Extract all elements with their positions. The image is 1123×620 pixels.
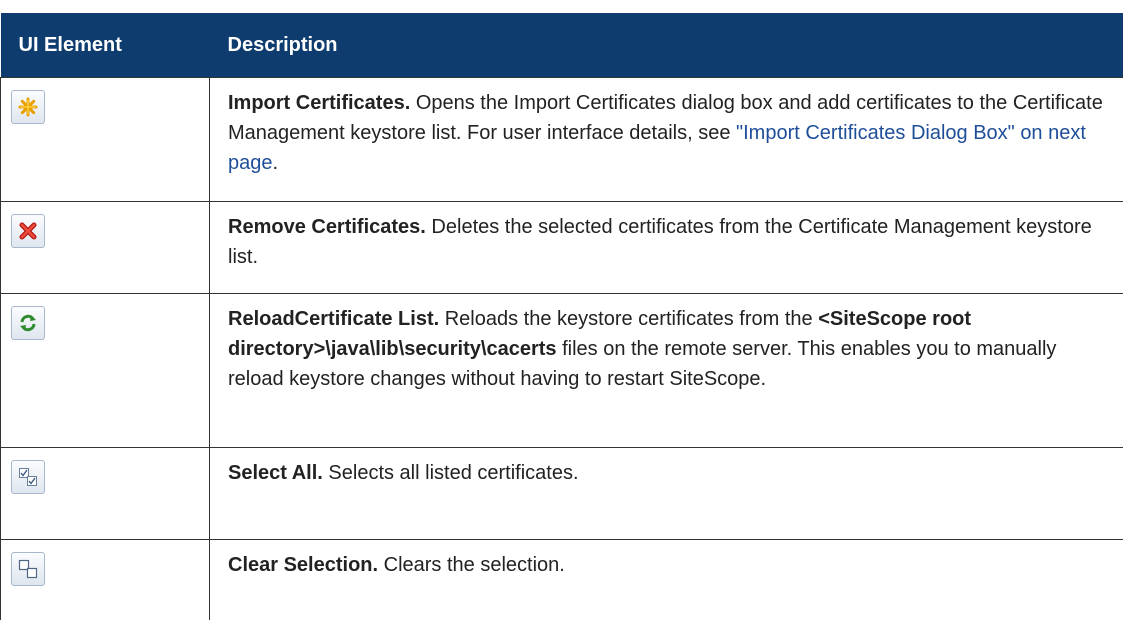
table-row: Import Certificates. Opens the Import Ce… <box>1 78 1123 202</box>
description-cell: Import Certificates. Opens the Import Ce… <box>210 78 1123 202</box>
element-name: Clear Selection. <box>228 554 378 576</box>
table-row: Select All. Selects all listed certifica… <box>1 448 1123 540</box>
table-row: Clear Selection. Clears the selection. <box>1 540 1123 620</box>
import-certificates-button[interactable] <box>11 90 45 124</box>
ui-element-cell <box>1 540 210 620</box>
refresh-icon <box>18 313 38 333</box>
table-row: ReloadCertificate List. Reloads the keys… <box>1 294 1123 448</box>
sentence-end: . <box>273 152 279 174</box>
clear-selection-button[interactable] <box>11 552 45 586</box>
table-header-row: UI Element Description <box>1 13 1123 78</box>
description-cell: Clear Selection. Clears the selection. <box>210 540 1123 620</box>
delete-x-icon <box>18 221 38 241</box>
element-description: Selects all listed certificates. <box>323 462 579 484</box>
element-description: Reloads the keystore certificates from t… <box>439 308 818 330</box>
element-description: Clears the selection. <box>378 554 565 576</box>
ui-element-cell <box>1 448 210 540</box>
description-cell: Select All. Selects all listed certifica… <box>210 448 1123 540</box>
element-name: ReloadCertificate List. <box>228 308 439 330</box>
table-row: Remove Certificates. Deletes the selecte… <box>1 202 1123 294</box>
remove-certificates-button[interactable] <box>11 214 45 248</box>
description-cell: ReloadCertificate List. Reloads the keys… <box>210 294 1123 448</box>
ui-element-cell <box>1 78 210 202</box>
element-name: Remove Certificates. <box>228 216 426 238</box>
select-all-icon <box>18 467 38 487</box>
element-name: Select All. <box>228 462 323 484</box>
clear-selection-icon <box>18 559 38 579</box>
header-description: Description <box>210 13 1123 78</box>
reload-certificate-list-button[interactable] <box>11 306 45 340</box>
ui-element-cell <box>1 294 210 448</box>
ui-elements-table: UI Element Description <box>0 13 1123 620</box>
header-ui-element: UI Element <box>1 13 210 78</box>
element-name: Import Certificates. <box>228 92 410 114</box>
description-cell: Remove Certificates. Deletes the selecte… <box>210 202 1123 294</box>
import-star-icon <box>18 97 38 117</box>
select-all-button[interactable] <box>11 460 45 494</box>
ui-element-cell <box>1 202 210 294</box>
